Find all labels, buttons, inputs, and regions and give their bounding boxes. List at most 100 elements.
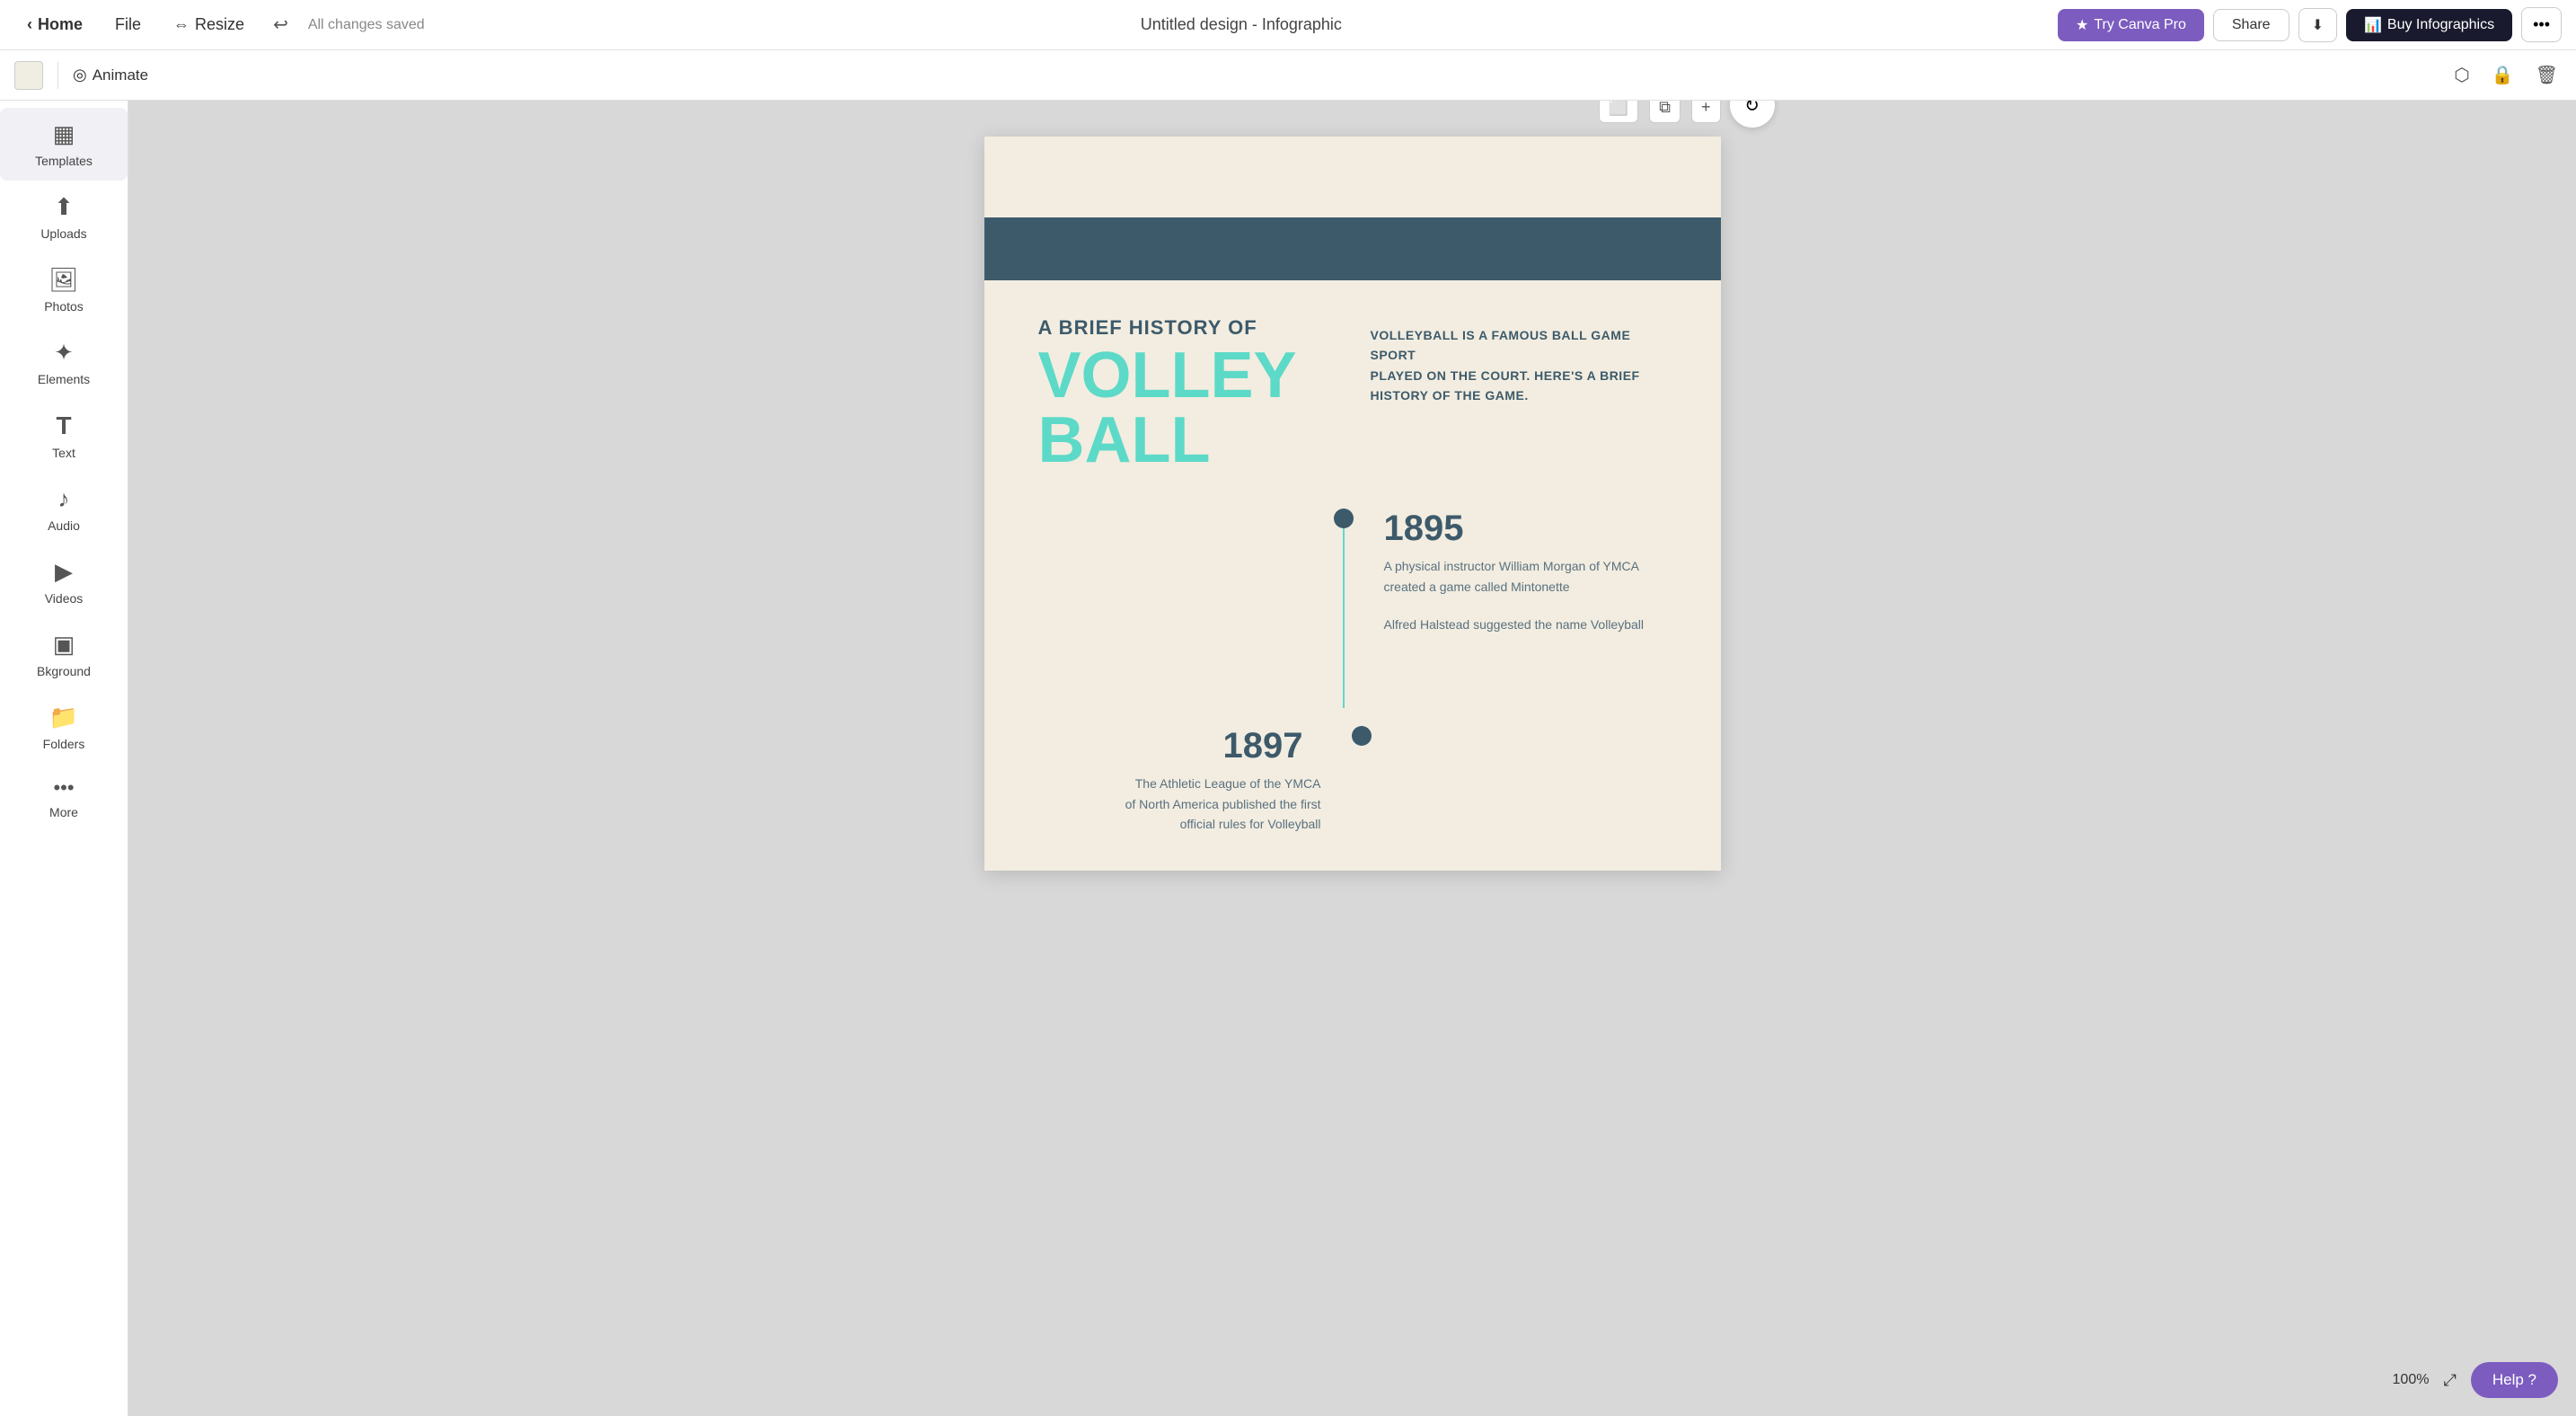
- more-options-button[interactable]: •••: [2521, 7, 2562, 42]
- buy-label: Buy Infographics: [2387, 17, 2494, 33]
- sidebar: ▦ Templates ⬆ Uploads 🖼 Photos ✦ Element…: [0, 101, 128, 1416]
- photos-icon: 🖼: [49, 266, 78, 294]
- file-button[interactable]: File: [102, 10, 154, 40]
- timeline-year-1895: 1895: [1384, 509, 1667, 549]
- share-link-icon-button[interactable]: ⬡: [2450, 60, 2473, 90]
- animate-icon: ◎: [73, 66, 87, 84]
- more-icon: •••: [2533, 15, 2550, 33]
- design-canvas[interactable]: A BRIEF HISTORY OF VOLLEY BALL VOLLEYBAL…: [984, 137, 1721, 871]
- animate-button[interactable]: ◎ Animate: [73, 66, 148, 84]
- sidebar-item-elements[interactable]: ✦ Elements: [0, 326, 128, 399]
- timeline-connector-1895: [1321, 509, 1366, 708]
- try-pro-label: Try Canva Pro: [2094, 17, 2186, 33]
- zoom-expand-icon[interactable]: ⤢: [2443, 1371, 2456, 1390]
- timeline-dot-1895: [1334, 509, 1354, 528]
- resize-button[interactable]: ⇔ Resize: [161, 10, 257, 40]
- lock-icon: 🔒: [2492, 66, 2514, 85]
- infographic-header-cream: [984, 137, 1721, 217]
- color-swatch[interactable]: [14, 61, 43, 90]
- folders-icon: 📁: [49, 704, 78, 731]
- topbar-right: ★ Try Canva Pro Share ⬇ 📊 Buy Infographi…: [2058, 7, 2562, 42]
- file-label: File: [115, 15, 141, 34]
- sidebar-item-uploads[interactable]: ⬆ Uploads: [0, 181, 128, 253]
- timeline-entry-1895: 1895 A physical instructor William Morga…: [1038, 509, 1667, 708]
- videos-icon: ▶: [55, 558, 73, 586]
- design-title: Untitled design - Infographic: [1141, 15, 1342, 33]
- canvas-element-toolbar: ⬜ ⧉ +: [1599, 101, 1721, 123]
- download-button[interactable]: ⬇: [2298, 8, 2337, 42]
- sidebar-item-photos[interactable]: 🖼 Photos: [0, 253, 128, 326]
- duplicate-icon: ⧉: [1659, 101, 1671, 116]
- share-link-icon: ⬡: [2454, 66, 2469, 85]
- timeline-line-1895: [1343, 528, 1345, 708]
- infographic-title-block: A BRIEF HISTORY OF VOLLEY BALL: [1038, 316, 1335, 473]
- download-icon: ⬇: [2312, 16, 2324, 34]
- sidebar-item-audio[interactable]: ♪ Audio: [0, 473, 128, 545]
- try-pro-button[interactable]: ★ Try Canva Pro: [2058, 9, 2204, 41]
- share-label: Share: [2232, 17, 2271, 32]
- animate-label: Animate: [93, 66, 148, 84]
- infographic-header-dark: [984, 217, 1721, 280]
- text-icon: T: [56, 412, 71, 440]
- sidebar-item-text[interactable]: T Text: [0, 399, 128, 473]
- help-button[interactable]: Help ?: [2471, 1362, 2558, 1398]
- lock-icon-button[interactable]: 🔒: [2488, 60, 2518, 90]
- audio-icon: ♪: [58, 485, 70, 513]
- infographic-body: A BRIEF HISTORY OF VOLLEY BALL VOLLEYBAL…: [984, 280, 1721, 871]
- more-icon: •••: [53, 776, 74, 800]
- timeline-connector-1897: [1339, 726, 1384, 746]
- topbar: ‹ Home File ⇔ Resize ↩ All changes saved…: [0, 0, 2576, 50]
- chevron-left-icon: ‹: [27, 15, 32, 34]
- sidebar-item-bkground[interactable]: ▣ Bkground: [0, 618, 128, 691]
- add-icon: +: [1701, 101, 1711, 116]
- sidebar-item-folders[interactable]: 📁 Folders: [0, 691, 128, 764]
- undo-button[interactable]: ↩: [264, 8, 297, 41]
- elements-icon: ✦: [54, 339, 74, 367]
- refresh-icon: ↻: [1744, 101, 1760, 117]
- sidebar-item-more-label: More: [49, 805, 78, 819]
- timeline-entry-1897: 1897 The Athletic League of the YMCA of …: [1038, 726, 1667, 834]
- sidebar-item-elements-label: Elements: [38, 372, 90, 386]
- templates-icon: ▦: [53, 120, 75, 148]
- zoom-level: 100%: [2393, 1372, 2430, 1388]
- timeline-dot-1897: [1352, 726, 1372, 746]
- infographic-description: VOLLEYBALL IS A FAMOUS BALL GAME SPORT P…: [1371, 325, 1667, 406]
- refresh-button[interactable]: ↻: [1730, 101, 1775, 128]
- canvas-duplicate-button[interactable]: ⧉: [1649, 101, 1681, 123]
- status-bar: 100% ⤢ Help ?: [2393, 1362, 2558, 1398]
- resize-icon: ⇔: [173, 15, 190, 34]
- bkground-icon: ▣: [53, 631, 75, 659]
- timeline-event-1895-1: A physical instructor William Morgan of …: [1384, 556, 1667, 597]
- toolbar-right-icons: ⬡ 🔒 🗑: [2450, 60, 2562, 90]
- infographic-brief-title: A BRIEF HISTORY OF: [1038, 316, 1335, 340]
- copy-icon: ⬜: [1609, 101, 1628, 116]
- sidebar-item-more[interactable]: ••• More: [0, 764, 128, 832]
- trash-icon-button[interactable]: 🗑: [2532, 60, 2562, 90]
- sidebar-item-videos[interactable]: ▶ Videos: [0, 545, 128, 618]
- main-title-line1: VOLLEY: [1038, 340, 1297, 412]
- saved-status: All changes saved: [308, 17, 425, 33]
- trash-icon: 🗑: [2536, 66, 2558, 85]
- canvas-area[interactable]: ⬜ ⧉ + ↻: [128, 101, 2576, 1416]
- main-area: ▦ Templates ⬆ Uploads 🖼 Photos ✦ Element…: [0, 101, 2576, 1416]
- topbar-center: Untitled design - Infographic: [436, 15, 2047, 34]
- help-label: Help ?: [2492, 1371, 2536, 1388]
- timeline-left-1897: 1897 The Athletic League of the YMCA of …: [1038, 726, 1339, 834]
- canvas-copy-button[interactable]: ⬜: [1599, 101, 1638, 123]
- sidebar-item-templates[interactable]: ▦ Templates: [0, 108, 128, 181]
- home-button[interactable]: ‹ Home: [14, 10, 95, 40]
- topbar-left: ‹ Home File ⇔ Resize ↩ All changes saved: [14, 8, 425, 41]
- canvas-wrapper: ⬜ ⧉ + ↻: [984, 137, 1721, 871]
- second-toolbar: ◎ Animate ⬡ 🔒 🗑: [0, 50, 2576, 101]
- timeline-right-1895: 1895 A physical instructor William Morga…: [1366, 509, 1667, 634]
- toolbar-divider: [57, 62, 58, 89]
- chart-icon: 📊: [2364, 16, 2382, 34]
- canvas-add-button[interactable]: +: [1691, 101, 1721, 123]
- infographic-top-section: A BRIEF HISTORY OF VOLLEY BALL VOLLEYBAL…: [1038, 316, 1667, 473]
- home-label: Home: [38, 15, 83, 34]
- sidebar-item-templates-label: Templates: [35, 154, 93, 168]
- timeline-event-1897-1: The Athletic League of the YMCA of North…: [1038, 774, 1321, 834]
- buy-button[interactable]: 📊 Buy Infographics: [2346, 9, 2512, 41]
- share-button[interactable]: Share: [2213, 9, 2289, 41]
- sidebar-item-audio-label: Audio: [48, 518, 80, 533]
